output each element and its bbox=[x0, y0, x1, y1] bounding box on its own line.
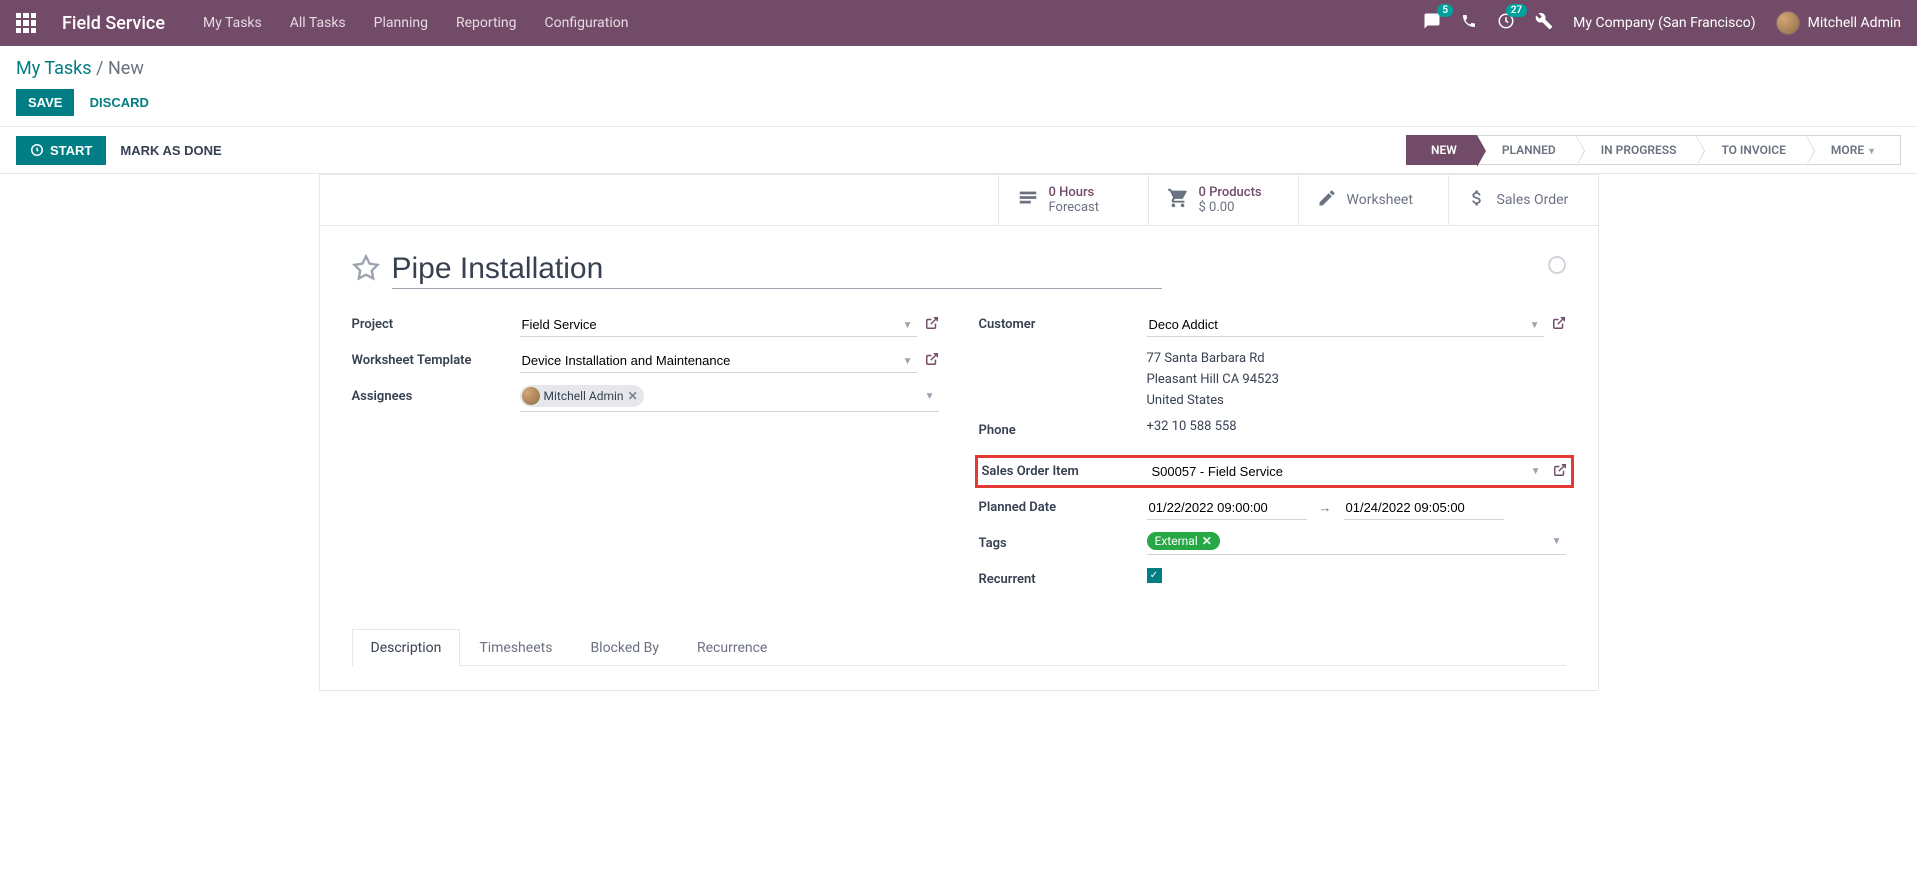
form-columns: Project ▼ Worksheet Template bbox=[352, 313, 1566, 604]
company-name[interactable]: My Company (San Francisco) bbox=[1573, 15, 1755, 31]
messages-icon[interactable]: 5 bbox=[1423, 12, 1441, 34]
navbar-left: Field Service My Tasks All Tasks Plannin… bbox=[16, 13, 628, 34]
app-title[interactable]: Field Service bbox=[62, 13, 165, 34]
nav-reporting[interactable]: Reporting bbox=[456, 15, 517, 31]
label-worksheet-template: Worksheet Template bbox=[352, 349, 520, 368]
apps-icon[interactable] bbox=[16, 13, 36, 33]
sheet-container: 0 Hours Forecast 0 Products $ 0.00 Works… bbox=[0, 174, 1917, 691]
title-row bbox=[352, 250, 1566, 289]
navbar: Field Service My Tasks All Tasks Plannin… bbox=[0, 0, 1917, 46]
tag-remove-icon[interactable]: ✕ bbox=[1202, 534, 1212, 548]
stage-bar: NEW PLANNED IN PROGRESS TO INVOICE MORE … bbox=[1407, 135, 1901, 165]
stage-planned[interactable]: PLANNED bbox=[1477, 135, 1577, 165]
nav-my-tasks[interactable]: My Tasks bbox=[203, 15, 262, 31]
label-planned-date: Planned Date bbox=[979, 496, 1147, 515]
caret-down-icon: ▼ bbox=[1867, 147, 1876, 157]
start-button[interactable]: START bbox=[16, 136, 106, 165]
worksheet-template-external-link-icon[interactable] bbox=[925, 352, 939, 370]
assignee-remove-icon[interactable]: ✕ bbox=[628, 389, 638, 403]
control-panel: My Tasks / New SAVE DISCARD bbox=[0, 46, 1917, 127]
label-phone: Phone bbox=[979, 419, 1147, 438]
breadcrumb-current: New bbox=[108, 58, 144, 79]
recurrent-checkbox[interactable]: ✓ bbox=[1147, 568, 1162, 583]
status-bar: START MARK AS DONE NEW PLANNED IN PROGRE… bbox=[0, 127, 1917, 174]
form-col-right: Customer ▼ bbox=[979, 313, 1566, 604]
form-body: Project ▼ Worksheet Template bbox=[320, 226, 1598, 690]
sales-order-item-row: Sales Order Item ▼ bbox=[975, 455, 1574, 488]
label-customer: Customer bbox=[979, 313, 1147, 332]
planned-date-start-input[interactable] bbox=[1147, 496, 1307, 520]
debug-icon[interactable] bbox=[1535, 12, 1553, 34]
timesheet-icon bbox=[1017, 187, 1039, 214]
star-icon[interactable] bbox=[352, 254, 380, 286]
caret-down-icon: ▼ bbox=[925, 391, 935, 402]
dollar-icon bbox=[1467, 188, 1487, 213]
kanban-state-toggle[interactable] bbox=[1548, 256, 1566, 274]
stage-new[interactable]: NEW bbox=[1406, 135, 1478, 165]
assignee-avatar-icon bbox=[522, 387, 540, 405]
tab-recurrence[interactable]: Recurrence bbox=[678, 629, 786, 666]
user-avatar-icon bbox=[1776, 11, 1800, 35]
cart-icon bbox=[1167, 187, 1189, 214]
sales-order-item-external-link-icon[interactable] bbox=[1553, 463, 1567, 481]
breadcrumb: My Tasks / New bbox=[16, 58, 1901, 79]
worksheet-template-input[interactable] bbox=[520, 349, 917, 373]
messages-badge: 5 bbox=[1437, 4, 1453, 17]
nav-configuration[interactable]: Configuration bbox=[545, 15, 629, 31]
arrow-right-icon: → bbox=[1319, 500, 1332, 516]
stat-worksheet[interactable]: Worksheet bbox=[1298, 175, 1448, 225]
status-left: START MARK AS DONE bbox=[16, 136, 236, 165]
phone-icon[interactable] bbox=[1461, 13, 1477, 33]
breadcrumb-parent[interactable]: My Tasks bbox=[16, 58, 92, 79]
project-external-link-icon[interactable] bbox=[925, 316, 939, 334]
task-title-input[interactable] bbox=[392, 250, 1162, 289]
form-sheet: 0 Hours Forecast 0 Products $ 0.00 Works… bbox=[319, 174, 1599, 691]
activities-icon[interactable]: 27 bbox=[1497, 12, 1515, 34]
phone-value: +32 10 588 558 bbox=[1147, 419, 1237, 434]
label-tags: Tags bbox=[979, 532, 1147, 551]
customer-external-link-icon[interactable] bbox=[1552, 316, 1566, 334]
navbar-right: 5 27 My Company (San Francisco) Mitchell… bbox=[1423, 11, 1901, 35]
assignee-tag[interactable]: Mitchell Admin ✕ bbox=[520, 385, 644, 407]
user-menu[interactable]: Mitchell Admin bbox=[1776, 11, 1901, 35]
tag-external[interactable]: External ✕ bbox=[1147, 532, 1220, 550]
sales-order-item-input[interactable] bbox=[1150, 460, 1545, 483]
stage-in-progress[interactable]: IN PROGRESS bbox=[1576, 135, 1698, 165]
tab-timesheets[interactable]: Timesheets bbox=[460, 629, 571, 666]
stage-to-invoice[interactable]: TO INVOICE bbox=[1696, 135, 1806, 165]
form-col-left: Project ▼ Worksheet Template bbox=[352, 313, 939, 604]
label-sales-order-item: Sales Order Item bbox=[982, 460, 1150, 479]
label-recurrent: Recurrent bbox=[979, 568, 1147, 587]
pencil-icon bbox=[1317, 188, 1337, 213]
planned-date-end-input[interactable] bbox=[1344, 496, 1504, 520]
stat-sales-order[interactable]: Sales Order bbox=[1448, 175, 1598, 225]
label-project: Project bbox=[352, 313, 520, 332]
nav-all-tasks[interactable]: All Tasks bbox=[290, 15, 346, 31]
tab-description[interactable]: Description bbox=[352, 629, 461, 666]
stage-more[interactable]: MORE ▼ bbox=[1806, 135, 1901, 165]
customer-input[interactable] bbox=[1147, 313, 1544, 337]
mark-as-done-button[interactable]: MARK AS DONE bbox=[106, 136, 235, 165]
tab-blocked-by[interactable]: Blocked By bbox=[571, 629, 678, 666]
label-assignees: Assignees bbox=[352, 385, 520, 404]
stat-hours[interactable]: 0 Hours Forecast bbox=[998, 175, 1148, 225]
project-input[interactable] bbox=[520, 313, 917, 337]
caret-down-icon: ▼ bbox=[1552, 536, 1562, 547]
stat-products[interactable]: 0 Products $ 0.00 bbox=[1148, 175, 1298, 225]
nav-planning[interactable]: Planning bbox=[374, 15, 428, 31]
nav-menu: My Tasks All Tasks Planning Reporting Co… bbox=[203, 15, 629, 31]
save-button[interactable]: SAVE bbox=[16, 89, 74, 116]
activities-badge: 27 bbox=[1506, 4, 1527, 17]
stat-buttons: 0 Hours Forecast 0 Products $ 0.00 Works… bbox=[320, 175, 1598, 226]
discard-button[interactable]: DISCARD bbox=[78, 89, 161, 116]
customer-address: 77 Santa Barbara Rd Pleasant Hill CA 945… bbox=[1147, 345, 1279, 411]
form-tabs: Description Timesheets Blocked By Recurr… bbox=[352, 628, 1566, 666]
user-name: Mitchell Admin bbox=[1808, 15, 1901, 31]
